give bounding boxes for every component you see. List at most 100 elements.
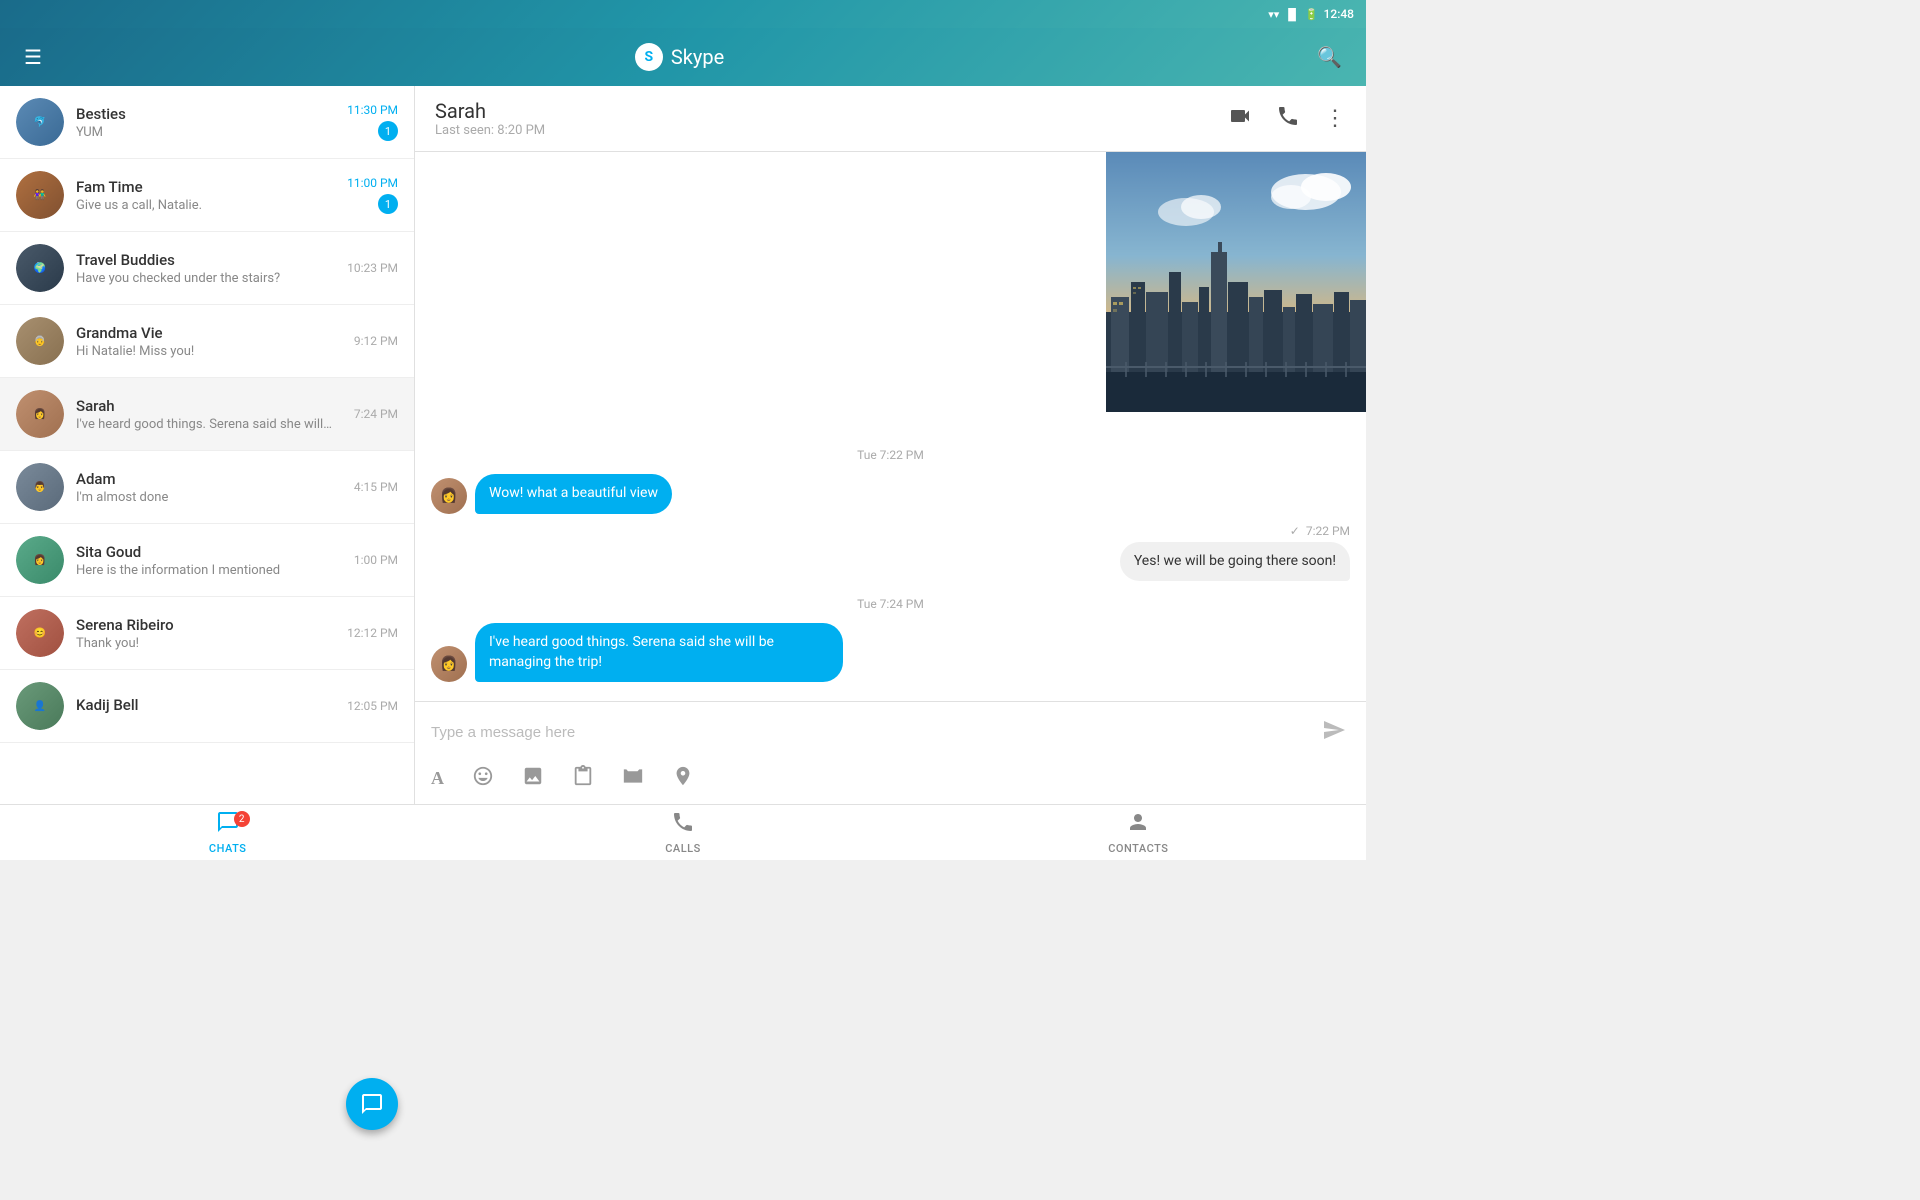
clipboard-icon[interactable] <box>572 765 594 792</box>
bottom-nav: 2 CHATS CALLS CONTACTS <box>0 804 1366 860</box>
chat-item[interactable]: 🐬 Besties YUM 11:30 PM 1 <box>0 86 414 159</box>
message-row: Yes! we will be going there soon! <box>431 542 1350 582</box>
app-title: S Skype <box>635 43 724 71</box>
chat-name: Kadij Bell <box>76 696 347 714</box>
chat-meta: 11:30 PM 1 <box>347 103 398 141</box>
location-icon[interactable] <box>672 765 694 792</box>
nav-chats[interactable]: 2 CHATS <box>0 805 455 860</box>
compose-fab[interactable] <box>346 1078 398 1130</box>
contacts-label: CONTACTS <box>1108 842 1168 855</box>
chat-item[interactable]: 👤 Kadij Bell 12:05 PM <box>0 670 414 743</box>
calls-label: CALLS <box>665 842 701 855</box>
message-group: Tue 7:22 PM 👩 Wow! what a beautiful view <box>431 448 1350 514</box>
nav-calls[interactable]: CALLS <box>455 805 910 860</box>
chat-name: Adam <box>76 470 354 488</box>
chat-time: 10:23 PM <box>347 261 398 275</box>
chat-time: 12:05 PM <box>347 699 398 713</box>
chat-list: 🐬 Besties YUM 11:30 PM 1 👫 Fam Time Give… <box>0 86 415 804</box>
chat-item[interactable]: 😊 Serena Ribeiro Thank you! 12:12 PM <box>0 597 414 670</box>
chat-preview: YUM <box>76 125 347 140</box>
chat-meta: 11:00 PM 1 <box>347 176 398 214</box>
unread-badge: 1 <box>378 121 398 141</box>
chat-time: 4:15 PM <box>354 480 398 494</box>
message-row: 👩 I've heard good things. Serena said sh… <box>431 623 1350 682</box>
signal-icon: ▐▌ <box>1284 8 1300 21</box>
camera-icon[interactable] <box>622 765 644 792</box>
chat-item[interactable]: 👨 Adam I'm almost done 4:15 PM <box>0 451 414 524</box>
chat-info: Adam I'm almost done <box>76 470 354 505</box>
emoji-icon[interactable] <box>472 765 494 792</box>
chat-preview: Hi Natalie! Miss you! <box>76 344 354 359</box>
toolbar-row: A <box>431 761 1350 796</box>
message-timestamp: Tue 7:24 PM <box>431 597 1350 611</box>
chat-header-actions: ⋮ <box>1228 104 1346 133</box>
status-bar: ▾▾ ▐▌ 🔋 12:48 <box>0 0 1366 28</box>
more-options-icon[interactable]: ⋮ <box>1324 106 1346 131</box>
search-icon[interactable]: 🔍 <box>1309 37 1350 77</box>
chat-info: Sita Goud Here is the information I ment… <box>76 543 354 578</box>
wifi-icon: ▾▾ <box>1268 8 1279 21</box>
chat-time: 1:00 PM <box>354 553 398 567</box>
message-input-area: A <box>415 701 1366 804</box>
contact-status: Last seen: 8:20 PM <box>435 123 545 138</box>
chat-header: Sarah Last seen: 8:20 PM ⋮ <box>415 86 1366 152</box>
chat-window: Sarah Last seen: 8:20 PM ⋮ <box>415 86 1366 804</box>
avatar: 👩 <box>431 646 467 682</box>
call-icon[interactable] <box>1276 104 1300 133</box>
chat-header-info: Sarah Last seen: 8:20 PM <box>435 99 545 138</box>
status-icons: ▾▾ ▐▌ 🔋 12:48 <box>1268 7 1354 21</box>
chat-meta: 4:15 PM <box>354 480 398 494</box>
avatar: 🌍 <box>16 244 64 292</box>
chats-label: CHATS <box>209 842 246 855</box>
calls-icon <box>671 810 695 840</box>
avatar: 🐬 <box>16 98 64 146</box>
video-call-icon[interactable] <box>1228 104 1252 133</box>
chat-item[interactable]: 🌍 Travel Buddies Have you checked under … <box>0 232 414 305</box>
chat-item[interactable]: 👩 Sarah I've heard good things. Serena s… <box>0 378 414 451</box>
chat-item[interactable]: 👩 Sita Goud Here is the information I me… <box>0 524 414 597</box>
chat-meta: 10:23 PM <box>347 261 398 275</box>
message-input[interactable] <box>431 724 1318 741</box>
input-row <box>431 714 1350 751</box>
chat-item[interactable]: 👫 Fam Time Give us a call, Natalie. 11:0… <box>0 159 414 232</box>
chat-meta: 9:12 PM <box>354 334 398 348</box>
message-timestamp: Tue 7:22 PM <box>431 448 1350 462</box>
chat-info: Serena Ribeiro Thank you! <box>76 616 347 651</box>
avatar: 😊 <box>16 609 64 657</box>
chat-name: Besties <box>76 105 347 123</box>
skype-logo: S <box>635 43 663 71</box>
chat-preview: Have you checked under the stairs? <box>76 271 347 286</box>
avatar: 👵 <box>16 317 64 365</box>
message-group: Tue 7:24 PM 👩 I've heard good things. Se… <box>431 597 1350 682</box>
chat-time: 12:12 PM <box>347 626 398 640</box>
avatar: 👨 <box>16 463 64 511</box>
message-bubble: I've heard good things. Serena said she … <box>475 623 843 682</box>
chat-item[interactable]: 👵 Grandma Vie Hi Natalie! Miss you! 9:12… <box>0 305 414 378</box>
message-row: 👩 Wow! what a beautiful view <box>431 474 1350 514</box>
message-bubble: Yes! we will be going there soon! <box>1120 542 1350 582</box>
menu-icon[interactable]: ☰ <box>16 37 50 77</box>
chat-info: Besties YUM <box>76 105 347 140</box>
text-format-icon[interactable]: A <box>431 768 444 789</box>
sent-time: 7:22 PM <box>1306 524 1350 538</box>
chat-preview: Give us a call, Natalie. <box>76 198 347 213</box>
chat-meta: 7:24 PM <box>354 407 398 421</box>
send-button[interactable] <box>1318 714 1350 751</box>
city-photo <box>1106 152 1366 412</box>
image-icon[interactable] <box>522 765 544 792</box>
chat-name: Serena Ribeiro <box>76 616 347 634</box>
nav-contacts[interactable]: CONTACTS <box>911 805 1366 860</box>
main-content: 🐬 Besties YUM 11:30 PM 1 👫 Fam Time Give… <box>0 86 1366 804</box>
avatar: 👫 <box>16 171 64 219</box>
chat-meta: 1:00 PM <box>354 553 398 567</box>
sent-meta: ✓ 7:22 PM <box>431 524 1350 538</box>
read-check: ✓ <box>1290 524 1300 538</box>
avatar: 👩 <box>431 478 467 514</box>
chat-name: Sarah <box>76 397 354 415</box>
chat-info: Sarah I've heard good things. Serena sai… <box>76 397 354 432</box>
chats-badge: 2 <box>234 811 250 827</box>
contact-name: Sarah <box>435 99 545 123</box>
chat-time: 11:30 PM <box>347 103 398 117</box>
chat-info: Grandma Vie Hi Natalie! Miss you! <box>76 324 354 359</box>
app-header: ☰ S Skype 🔍 <box>0 28 1366 86</box>
